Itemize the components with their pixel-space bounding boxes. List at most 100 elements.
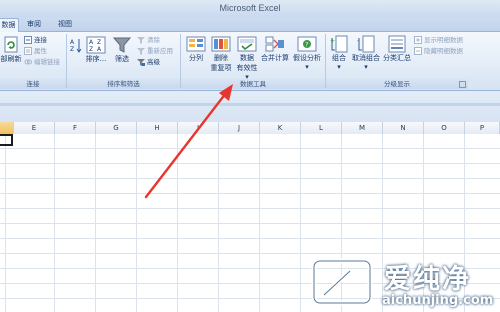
hide-detail-button[interactable]: 隐藏明细数据 xyxy=(414,45,463,55)
remove-duplicates-button[interactable]: 删除 重复项 xyxy=(208,35,234,73)
remove-duplicates-label-1: 删除 xyxy=(214,54,228,62)
svg-text:Z: Z xyxy=(97,39,101,46)
show-detail-button[interactable]: 显示明细数据 xyxy=(414,34,463,44)
svg-text:?: ? xyxy=(305,41,308,48)
column-header-selected[interactable] xyxy=(0,122,14,134)
show-detail-icon xyxy=(414,36,422,44)
sort-dialog-icon: A Z Z A xyxy=(86,36,106,54)
group-connections-label: 连接 xyxy=(0,79,66,89)
filter-funnel-icon xyxy=(113,37,131,53)
svg-text:-: - xyxy=(357,37,360,45)
hide-detail-icon xyxy=(414,47,422,55)
watermark-text: 爱纯净 xyxy=(384,264,471,295)
remove-duplicates-icon xyxy=(211,36,231,52)
subtotal-button[interactable]: 分类汇总 xyxy=(382,35,412,63)
text-to-columns-button[interactable]: 分列 xyxy=(184,35,208,63)
group-rows-icon: + xyxy=(330,35,348,53)
edit-links-icon xyxy=(24,59,32,65)
ribbon: 部刷新 连接 属性 编辑链接 连接 A Z A Z Z A 排序... 筛选 清… xyxy=(0,32,500,91)
column-header[interactable]: P xyxy=(465,122,500,134)
refresh-all-label: 部刷新 xyxy=(0,55,22,63)
sort-az-icon: A Z xyxy=(70,39,82,53)
reapply-button[interactable]: 重新应用 xyxy=(137,45,173,55)
svg-text:Z: Z xyxy=(70,46,74,53)
clear-label: 清除 xyxy=(147,36,160,44)
title-bar: Microsoft Excel xyxy=(0,0,500,17)
subtotal-icon xyxy=(388,35,406,53)
column-header[interactable]: K xyxy=(260,122,301,134)
ungroup-button[interactable]: - 取消组合 ▾ xyxy=(350,35,382,71)
reapply-icon xyxy=(137,48,145,55)
active-cell[interactable] xyxy=(0,134,13,146)
column-header[interactable]: F xyxy=(55,122,96,134)
hide-detail-label: 隐藏明细数据 xyxy=(424,47,463,55)
advanced-button[interactable]: 高级 xyxy=(137,56,160,66)
text-to-columns-label: 分列 xyxy=(189,54,203,62)
ungroup-dropdown-arrow: ▾ xyxy=(364,63,368,71)
tab-review[interactable]: 审阅 xyxy=(24,18,44,31)
connections-button[interactable]: 连接 xyxy=(24,34,47,44)
properties-icon xyxy=(24,47,32,55)
watermark: 爱纯净 aichunjing.com xyxy=(308,255,498,310)
svg-text:A: A xyxy=(70,39,75,46)
group-outline: + 组合 ▾ - 取消组合 ▾ 分类汇总 显示明细数据 隐藏明细数据 分级显示 xyxy=(326,32,468,90)
data-validation-icon xyxy=(237,36,257,52)
edit-links-button[interactable]: 编辑链接 xyxy=(24,56,60,66)
clear-filter-icon xyxy=(137,37,145,44)
group-label: 组合 xyxy=(332,54,346,62)
data-validation-button[interactable]: 数据 有效性 ▾ xyxy=(234,35,260,81)
group-connections: 部刷新 连接 属性 编辑链接 连接 xyxy=(0,32,66,90)
group-sort-filter: A Z A Z Z A 排序... 筛选 清除 重新应用 高级 排序和筛选 xyxy=(67,32,180,90)
column-header[interactable]: M xyxy=(342,122,383,134)
group-button[interactable]: + 组合 ▾ xyxy=(328,35,350,71)
what-if-label: 假设分析 xyxy=(293,54,321,62)
connections-label: 连接 xyxy=(34,36,47,44)
group-dropdown-arrow: ▾ xyxy=(337,63,341,71)
column-header[interactable]: J xyxy=(219,122,260,134)
group-outline-label: 分级显示 xyxy=(326,79,468,89)
group-data-tools-label: 数据工具 xyxy=(181,79,325,89)
remove-duplicates-label-2: 重复项 xyxy=(210,64,232,72)
svg-text:+: + xyxy=(330,38,335,45)
consolidate-button[interactable]: 合并计算 xyxy=(260,35,290,63)
ungroup-rows-icon: - xyxy=(357,35,375,53)
properties-button[interactable]: 属性 xyxy=(24,45,47,55)
ungroup-label: 取消组合 xyxy=(352,54,380,62)
group-data-tools: 分列 删除 重复项 数据 有效性 ▾ 合并计算 ? 假设分析 ▾ 数据工具 xyxy=(181,32,325,90)
edit-links-label: 编辑链接 xyxy=(34,58,60,66)
group-sort-filter-label: 排序和筛选 xyxy=(67,79,180,89)
watermark-domain: aichunjing.com xyxy=(382,293,494,308)
tab-data[interactable]: 数据 xyxy=(0,18,19,32)
sort-ascending-button[interactable]: A Z xyxy=(69,36,83,56)
column-header[interactable]: O xyxy=(424,122,465,134)
what-if-dropdown-arrow: ▾ xyxy=(305,63,309,71)
reapply-label: 重新应用 xyxy=(147,47,173,55)
properties-label: 属性 xyxy=(34,47,47,55)
column-header[interactable]: G xyxy=(96,122,137,134)
ribbon-tab-row: 数据 审阅 视图 xyxy=(0,17,500,32)
tab-view[interactable]: 视图 xyxy=(55,18,75,31)
outline-dialog-launcher[interactable] xyxy=(459,81,466,88)
refresh-all-button[interactable]: 部刷新 xyxy=(0,36,22,64)
filter-label: 筛选 xyxy=(115,55,129,63)
consolidate-label: 合并计算 xyxy=(261,54,289,62)
formula-bar-area xyxy=(0,91,500,122)
column-header[interactable]: L xyxy=(301,122,342,134)
column-header[interactable]: E xyxy=(14,122,55,134)
watermark-logo-icon xyxy=(311,258,373,306)
column-header[interactable]: I xyxy=(178,122,219,134)
sort-label: 排序... xyxy=(85,55,107,63)
formula-bar[interactable] xyxy=(0,103,500,106)
advanced-filter-icon xyxy=(137,59,145,66)
connections-icon xyxy=(24,36,32,44)
svg-text:Z: Z xyxy=(89,46,93,53)
text-to-columns-icon xyxy=(186,36,206,52)
clear-button[interactable]: 清除 xyxy=(137,34,160,44)
sort-button[interactable]: A Z Z A 排序... xyxy=(83,36,109,64)
advanced-label: 高级 xyxy=(147,58,160,66)
what-if-analysis-button[interactable]: ? 假设分析 ▾ xyxy=(291,35,323,71)
subtotal-label: 分类汇总 xyxy=(383,54,411,62)
column-header[interactable]: N xyxy=(383,122,424,134)
column-header[interactable]: H xyxy=(137,122,178,134)
filter-button[interactable]: 筛选 xyxy=(111,36,133,64)
